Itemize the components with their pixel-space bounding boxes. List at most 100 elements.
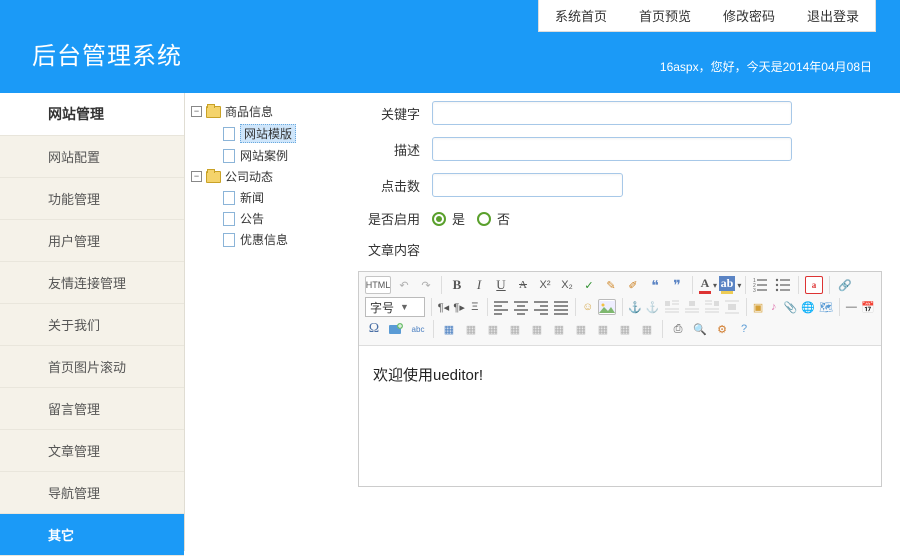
clean-format-button[interactable]: ✐: [624, 276, 642, 294]
background-color-button[interactable]: ab▾: [721, 276, 739, 294]
description-input[interactable]: [432, 137, 792, 161]
hr-button[interactable]: —: [846, 298, 858, 316]
gmap-button[interactable]: 🗺: [819, 298, 833, 316]
sidebar-item-user[interactable]: 用户管理: [0, 220, 184, 262]
toolbar-separator: [441, 276, 442, 294]
paragraph-rtl-button[interactable]: ¶▸: [453, 298, 465, 316]
sidebar-item-links[interactable]: 友情连接管理: [0, 262, 184, 304]
split-rows-button[interactable]: ▦: [616, 320, 634, 338]
toolbar-separator: [487, 298, 488, 316]
align-right-button[interactable]: [533, 298, 549, 316]
unlink-button[interactable]: ⚓: [646, 298, 660, 316]
insert-table-button[interactable]: ▦: [440, 320, 458, 338]
anchor-button[interactable]: ⚓: [628, 298, 642, 316]
sidebar: 网站管理 网站配置 功能管理 用户管理 友情连接管理 关于我们 首页图片滚动 留…: [0, 93, 185, 551]
svg-text:3: 3: [753, 288, 756, 293]
date-button[interactable]: 📅: [861, 298, 875, 316]
special-char-button[interactable]: Ω: [365, 320, 383, 338]
direction-button[interactable]: Ξ: [469, 298, 481, 316]
delete-col-button[interactable]: ▦: [550, 320, 568, 338]
radio-yes[interactable]: [432, 212, 446, 226]
radio-no[interactable]: [477, 212, 491, 226]
superscript-button[interactable]: X²: [536, 276, 554, 294]
align-justify-button[interactable]: [553, 298, 569, 316]
sidebar-item-site-config[interactable]: 网站配置: [0, 136, 184, 178]
img-float-left-button[interactable]: [664, 298, 680, 316]
tree-node-promo[interactable]: 优惠信息: [191, 229, 334, 250]
tree-node-news[interactable]: 新闻: [191, 187, 334, 208]
delete-table-button[interactable]: ▦: [462, 320, 480, 338]
clicks-input[interactable]: [432, 173, 623, 197]
align-left-button[interactable]: [493, 298, 509, 316]
img-float-none-button[interactable]: [684, 298, 700, 316]
insert-image-button[interactable]: [598, 299, 616, 315]
img-center-button[interactable]: [724, 298, 740, 316]
subscript-button[interactable]: X₂: [558, 276, 576, 294]
font-size-select[interactable]: 字号▼: [365, 297, 425, 317]
format-brush-button[interactable]: ✎: [602, 276, 620, 294]
split-cells-button[interactable]: ▦: [594, 320, 612, 338]
snapscreen-button[interactable]: [387, 320, 405, 338]
font-color-button[interactable]: A▾: [699, 276, 717, 294]
tree-label: 新闻: [240, 189, 264, 206]
undo-button[interactable]: ↶: [395, 276, 413, 294]
strike-button[interactable]: A: [514, 276, 532, 294]
file-icon: [223, 191, 235, 205]
topnav-home[interactable]: 系统首页: [539, 0, 623, 31]
emoji-button[interactable]: ☺: [582, 298, 594, 316]
insert-music-button[interactable]: ♪: [768, 298, 780, 316]
sidebar-item-messages[interactable]: 留言管理: [0, 388, 184, 430]
file-icon: [223, 212, 235, 226]
attachment-button[interactable]: 📎: [784, 298, 798, 316]
topnav-logout[interactable]: 退出登录: [791, 0, 875, 31]
search-replace-button[interactable]: 🔍: [691, 320, 709, 338]
code-button[interactable]: ⚙: [713, 320, 731, 338]
autotype-button[interactable]: a: [805, 276, 823, 294]
tree-label: 网站案例: [240, 147, 288, 164]
spellcheck-button[interactable]: abc: [409, 320, 427, 338]
tree-collapse-icon[interactable]: −: [191, 171, 202, 182]
ordered-list-button[interactable]: 123: [752, 276, 770, 294]
insert-col-button[interactable]: ▦: [528, 320, 546, 338]
tree-node-product-info[interactable]: − 商品信息: [191, 101, 334, 122]
editor-body[interactable]: 欢迎使用ueditor!: [359, 346, 881, 486]
sidebar-item-about[interactable]: 关于我们: [0, 304, 184, 346]
paragraph-ltr-button[interactable]: ¶◂: [438, 298, 450, 316]
tree-node-site-template[interactable]: 网站模版: [191, 122, 334, 145]
sidebar-header: 网站管理: [0, 93, 184, 136]
underline-button[interactable]: U: [492, 276, 510, 294]
blockquote-right-button[interactable]: ❞: [668, 276, 686, 294]
split-cols-button[interactable]: ▦: [638, 320, 656, 338]
topnav-password[interactable]: 修改密码: [707, 0, 791, 31]
delete-row-button[interactable]: ▦: [506, 320, 524, 338]
tree-node-site-case[interactable]: 网站案例: [191, 145, 334, 166]
keyword-input[interactable]: [432, 101, 792, 125]
sidebar-item-other[interactable]: 其它: [0, 514, 184, 556]
topnav-preview[interactable]: 首页预览: [623, 0, 707, 31]
help-button[interactable]: ?: [735, 320, 753, 338]
tree-node-company-news[interactable]: − 公司动态: [191, 166, 334, 187]
html-source-button[interactable]: HTML: [365, 276, 391, 294]
print-button[interactable]: ⎙: [669, 320, 687, 338]
sidebar-item-home-images[interactable]: 首页图片滚动: [0, 346, 184, 388]
italic-button[interactable]: I: [470, 276, 488, 294]
eraser-button[interactable]: ✓: [580, 276, 598, 294]
redo-button[interactable]: ↷: [417, 276, 435, 294]
unordered-list-button[interactable]: [774, 276, 792, 294]
blockquote-left-button[interactable]: ❝: [646, 276, 664, 294]
insert-video-button[interactable]: ▣: [752, 298, 764, 316]
sidebar-item-function[interactable]: 功能管理: [0, 178, 184, 220]
toolbar-separator: [692, 276, 693, 294]
map-button[interactable]: 🌐: [801, 298, 815, 316]
tree-collapse-icon[interactable]: −: [191, 106, 202, 117]
folder-icon: [206, 171, 221, 183]
sidebar-item-nav[interactable]: 导航管理: [0, 472, 184, 514]
img-float-right-button[interactable]: [704, 298, 720, 316]
align-center-button[interactable]: [513, 298, 529, 316]
tree-node-announce[interactable]: 公告: [191, 208, 334, 229]
link-button[interactable]: 🔗: [836, 276, 854, 294]
bold-button[interactable]: B: [448, 276, 466, 294]
sidebar-item-articles[interactable]: 文章管理: [0, 430, 184, 472]
insert-row-button[interactable]: ▦: [484, 320, 502, 338]
merge-cells-button[interactable]: ▦: [572, 320, 590, 338]
